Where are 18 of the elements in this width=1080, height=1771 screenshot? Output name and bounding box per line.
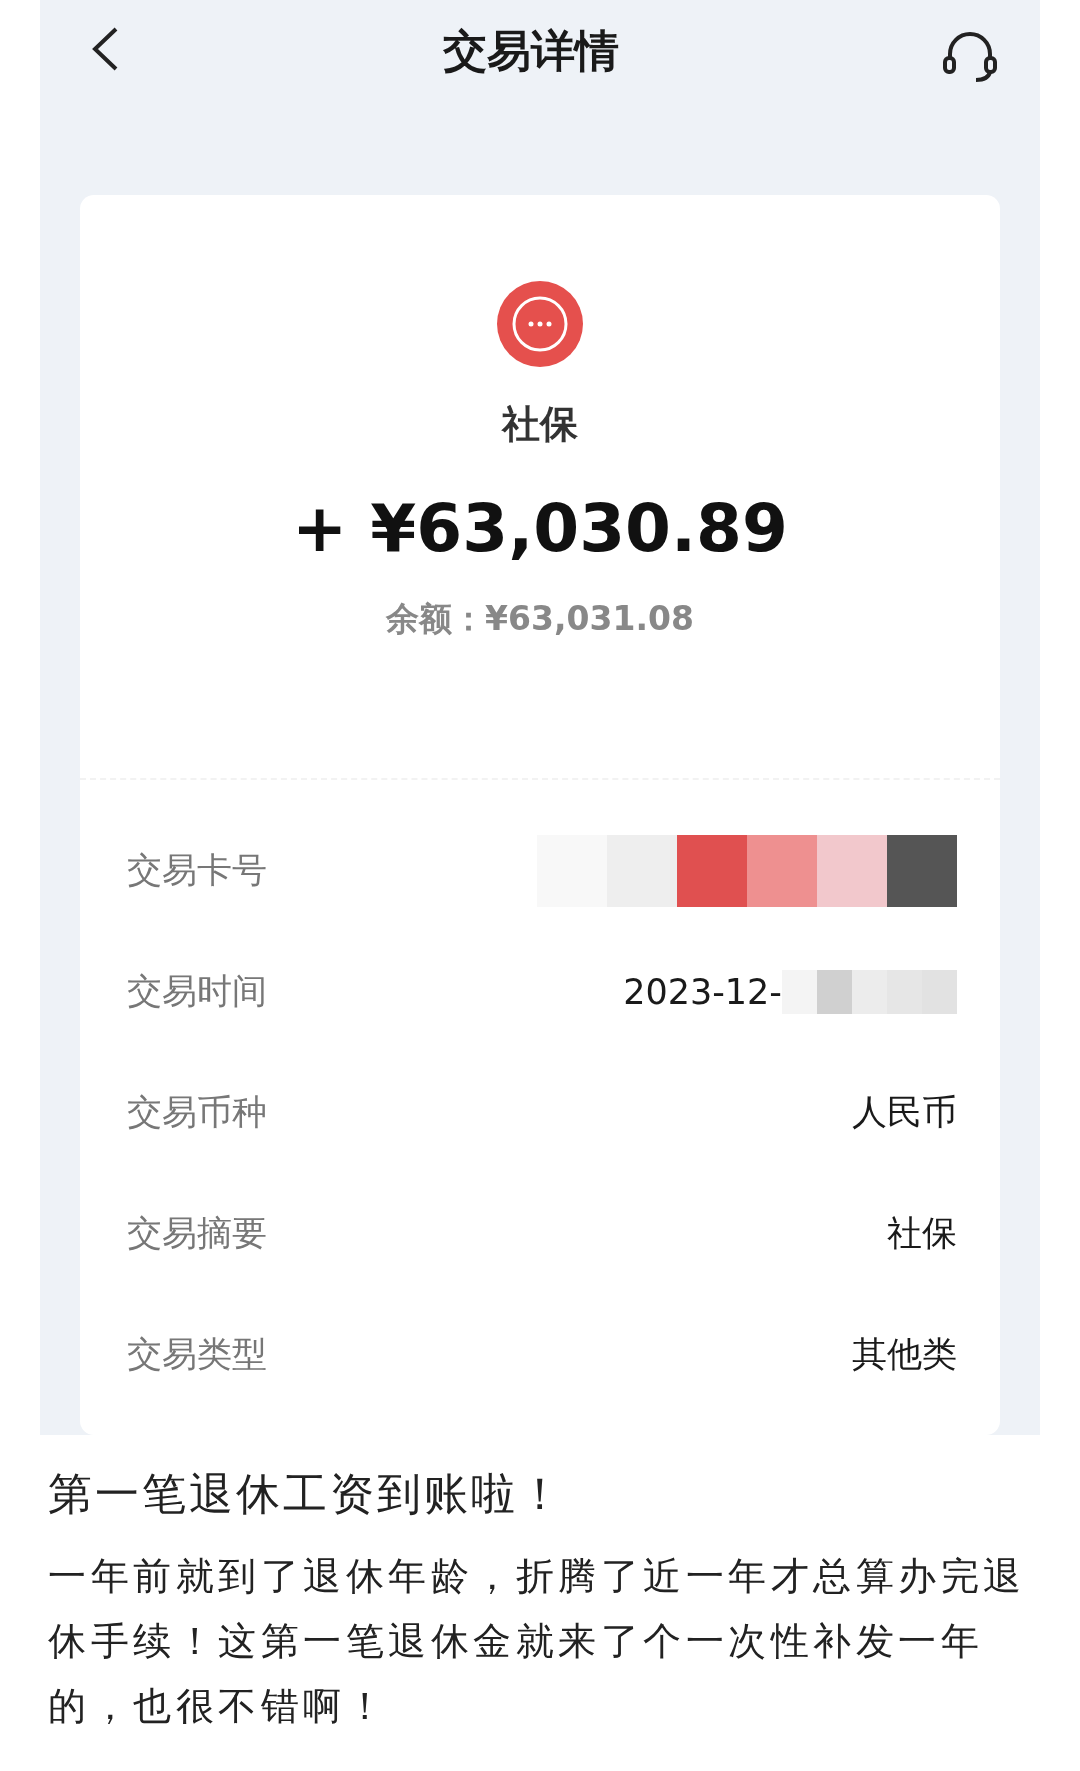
detail-label: 交易时间 xyxy=(127,970,267,1013)
post-body: 一年前就到了退休年龄，折腾了近一年才总算办完退休手续！这第一笔退休金就来了个一次性补发一年的，也很不错啊！ xyxy=(48,1553,1027,1730)
detail-label: 交易卡号 xyxy=(127,849,267,892)
post-title: 第一笔退休工资到账啦！ xyxy=(48,1467,566,1521)
detail-label: 交易类型 xyxy=(127,1333,267,1376)
transaction-name: 社保 xyxy=(502,401,578,448)
more-icon xyxy=(497,281,583,367)
detail-value: 社保 xyxy=(887,1212,957,1255)
detail-label: 交易摘要 xyxy=(127,1212,267,1255)
detail-value: 其他类 xyxy=(852,1333,957,1376)
transaction-amount: + ¥63,030.89 xyxy=(292,490,788,567)
balance-text: 余额：¥63,031.08 xyxy=(386,598,694,640)
headset-icon[interactable] xyxy=(942,30,998,84)
detail-value: 人民币 xyxy=(852,1091,957,1134)
detail-label: 交易币种 xyxy=(127,1091,267,1134)
page-title: 交易详情 xyxy=(443,24,619,78)
back-icon[interactable] xyxy=(90,26,120,72)
detail-value: 2023-12- xyxy=(623,971,782,1012)
